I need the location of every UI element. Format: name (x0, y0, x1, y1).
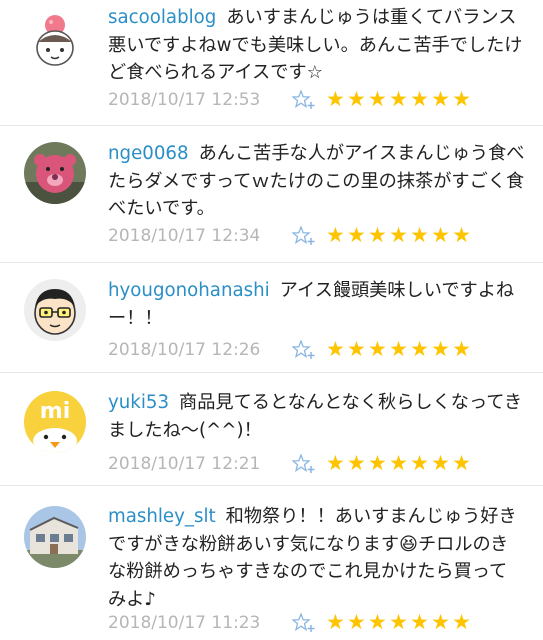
avatar[interactable]: mi (24, 391, 86, 453)
comment-username[interactable]: mashley_slt (108, 506, 216, 527)
user-avatar-icon: mi (24, 391, 86, 453)
star-rating[interactable]: ★★★★★★★ (326, 610, 473, 634)
star-rating[interactable]: ★★★★★★★ (326, 337, 473, 361)
add-star-icon[interactable] (291, 612, 316, 633)
add-star-icon[interactable] (291, 225, 316, 246)
comment-content: nge0068 あんこ苦手な人がアイスまんじゅう食べたらダメですってｗたけのこの里… (108, 140, 525, 223)
star-rating[interactable]: ★★★★★★★ (326, 87, 473, 111)
comment-username[interactable]: sacoolablog (108, 7, 216, 28)
comment-body: mashley_slt 和物祭り！！あいすまんじゅう好きですがきな粉餅あいす気にな… (108, 503, 525, 613)
avatar[interactable] (24, 506, 86, 568)
star-rating[interactable]: ★★★★★★★ (326, 451, 473, 475)
comment-username[interactable]: yuki53 (108, 392, 169, 413)
svg-text:mi: mi (40, 399, 70, 424)
comment-timestamp[interactable]: 2018/10/17 11:23 (108, 611, 260, 635)
comment-content: hyougonohanashi アイス饅頭美味しいですよねー！！ (108, 277, 525, 332)
avatar[interactable] (24, 142, 86, 204)
comment-item: mashley_slt 和物祭り！！あいすまんじゅう好きですがきな粉餅あいす気にな… (0, 486, 543, 640)
add-star-icon[interactable] (291, 453, 316, 474)
comment-content: mashley_slt 和物祭り！！あいすまんじゅう好きですがきな粉餅あいす気にな… (108, 503, 525, 613)
add-star-icon[interactable] (291, 89, 316, 110)
comment-body: yuki53 商品見てるとなんとなく秋らしくなってきましたね〜(^^)！ (108, 389, 525, 444)
comment-body: hyougonohanashi アイス饅頭美味しいですよねー！！ (108, 277, 525, 332)
comment-timestamp[interactable]: 2018/10/17 12:34 (108, 224, 260, 248)
comment-item: mi yuki53 商品見てるとなんとなく秋らしくなってきましたね〜(^^)！ 2… (0, 373, 543, 486)
comment-item: sacoolablog あいすまんじゅうは重くてバランス悪いですよねwでも美味しい… (0, 0, 543, 126)
comment-timestamp[interactable]: 2018/10/17 12:53 (108, 88, 260, 112)
comment-timestamp[interactable]: 2018/10/17 12:21 (108, 452, 260, 476)
user-avatar-icon (24, 10, 86, 72)
comment-content: sacoolablog あいすまんじゅうは重くてバランス悪いですよねwでも美味しい… (108, 4, 525, 87)
comment-timestamp[interactable]: 2018/10/17 12:26 (108, 338, 260, 362)
user-avatar-icon (24, 142, 86, 204)
comment-item: nge0068 あんこ苦手な人がアイスまんじゅう食べたらダメですってｗたけのこの里… (0, 126, 543, 263)
avatar[interactable] (24, 279, 86, 341)
comment-content: yuki53 商品見てるとなんとなく秋らしくなってきましたね〜(^^)！ (108, 389, 525, 444)
avatar[interactable] (24, 10, 86, 72)
comment-username[interactable]: hyougonohanashi (108, 280, 270, 301)
comment-username[interactable]: nge0068 (108, 143, 189, 164)
comment-item: hyougonohanashi アイス饅頭美味しいですよねー！！ 2018/10/… (0, 263, 543, 373)
comment-text: 商品見てるとなんとなく秋らしくなってきましたね〜(^^)！ (108, 392, 523, 441)
comment-body: sacoolablog あいすまんじゅうは重くてバランス悪いですよねwでも美味しい… (108, 4, 525, 87)
comment-body: nge0068 あんこ苦手な人がアイスまんじゅう食べたらダメですってｗたけのこの里… (108, 140, 525, 223)
add-star-icon[interactable] (291, 339, 316, 360)
user-avatar-icon (24, 506, 86, 568)
user-avatar-icon (24, 279, 86, 341)
star-rating[interactable]: ★★★★★★★ (326, 223, 473, 247)
